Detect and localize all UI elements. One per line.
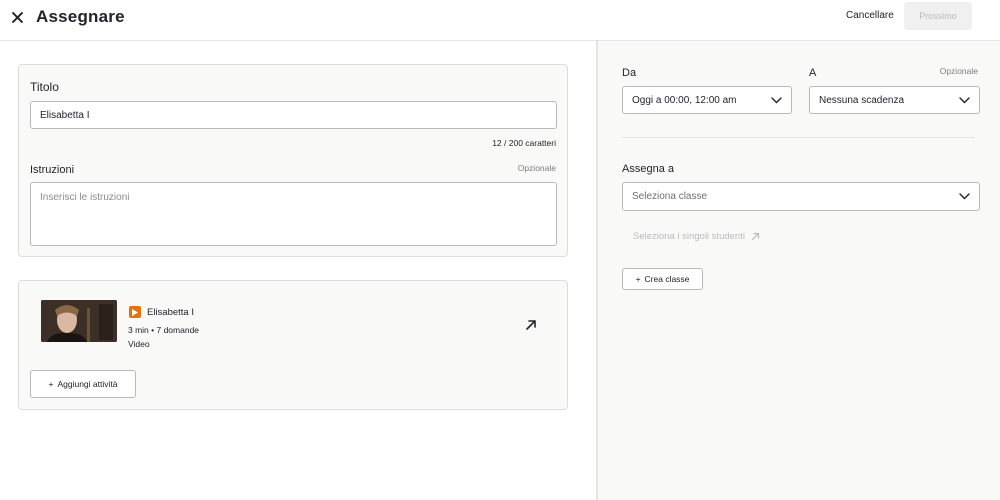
chevron-down-icon (771, 96, 782, 103)
next-button[interactable]: Prossimo (904, 2, 972, 30)
char-counter: 12 / 200 caratteri (492, 138, 556, 148)
activity-card: Elisabetta I 3 min • 7 domande Video + A… (18, 280, 568, 410)
scheduling-pane: Da Oggi a 00:00, 12:00 am A Opzionale Ne… (596, 41, 1000, 500)
activity-type: Video (128, 339, 150, 349)
activity-title: Elisabetta I (147, 307, 194, 318)
plus-icon: + (635, 274, 641, 284)
chevron-down-icon (959, 96, 970, 103)
close-icon (11, 11, 23, 23)
from-date-select[interactable]: Oggi a 00:00, 12:00 am (622, 86, 792, 114)
create-class-label: Crea classe (644, 274, 690, 284)
instructions-label: Istruzioni (30, 164, 75, 176)
to-optional-label: Opzionale (939, 66, 978, 76)
to-date-value: Nessuna scadenza (819, 94, 905, 106)
class-select-placeholder: Seleziona classe (632, 191, 708, 202)
select-students-link[interactable]: Seleziona i singoli studenti (633, 231, 760, 242)
open-external-icon[interactable] (524, 318, 538, 332)
activity-meta: 3 min • 7 domande (128, 325, 200, 335)
assign-to-label: Assegna a (622, 163, 674, 175)
top-bar: Assegnare Cancellare Prossimo (0, 0, 1000, 41)
page-title: Assegnare (36, 7, 125, 26)
section-divider (622, 137, 975, 138)
close-button[interactable] (10, 8, 24, 26)
title-label: Titolo (30, 80, 59, 94)
from-label: Da (622, 67, 637, 79)
from-date-value: Oggi a 00:00, 12:00 am (632, 94, 737, 106)
video-icon (129, 306, 141, 318)
select-students-label: Seleziona i singoli studenti (633, 231, 745, 242)
class-select[interactable]: Seleziona classe (622, 182, 980, 211)
create-class-button[interactable]: + Crea classe (622, 268, 703, 290)
video-thumbnail (41, 300, 117, 342)
add-activity-label: Aggiungi attività (57, 379, 118, 389)
assignment-details-pane: Titolo 12 / 200 caratteri Istruzioni Opz… (0, 41, 596, 500)
open-external-icon (751, 232, 760, 241)
details-card: Titolo 12 / 200 caratteri Istruzioni Opz… (18, 64, 568, 257)
to-date-select[interactable]: Nessuna scadenza (809, 86, 980, 114)
cancel-button[interactable]: Cancellare (838, 6, 902, 26)
chevron-down-icon (959, 193, 970, 200)
to-label: A (809, 67, 817, 79)
instructions-optional-label: Opzionale (517, 163, 556, 173)
instructions-textarea[interactable] (30, 182, 557, 246)
add-activity-button[interactable]: + Aggiungi attività (30, 370, 136, 398)
title-input[interactable] (30, 101, 557, 129)
plus-icon: + (48, 379, 54, 389)
